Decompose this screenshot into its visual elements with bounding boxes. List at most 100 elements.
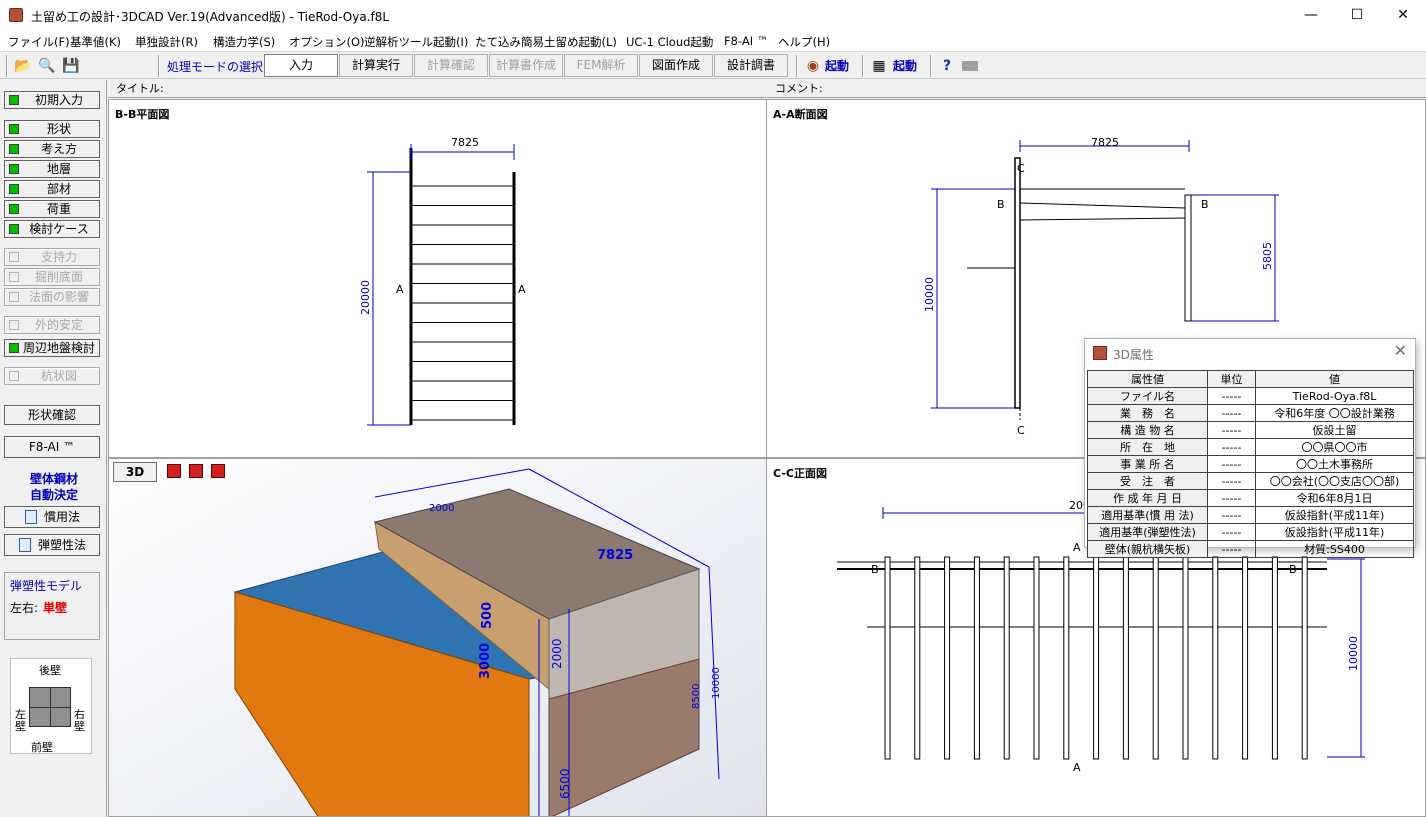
menu-options[interactable]: オプション(O) xyxy=(289,34,365,50)
external-stability-button[interactable]: 外的安定 xyxy=(4,316,100,334)
window-title: 土留め工の設計･3DCAD Ver.19(Advanced版) - TieRod… xyxy=(31,10,390,24)
soldier-pile xyxy=(1152,556,1159,760)
mode-input-button[interactable]: 入力 xyxy=(264,54,338,77)
soldier-pile xyxy=(1242,556,1249,760)
slope-effect-button[interactable]: 法面の影響 xyxy=(4,288,100,306)
auto-decide-label-2: 自動決定 xyxy=(29,488,78,502)
toolbar-separator xyxy=(158,55,160,77)
soldier-pile xyxy=(1093,556,1100,760)
table-row: 適用基準(慣 用 法) ----- 仮設指針(平成11年) xyxy=(1087,506,1414,524)
strata-button[interactable]: 地層 xyxy=(4,160,100,178)
toolbar-separator xyxy=(930,55,932,77)
film-icon[interactable]: ▦ xyxy=(870,57,888,75)
sidebar: 初期入力 形状 考え方 地層 部材 荷重 検討ケース 支持力 掘削底面 法面の影… xyxy=(0,80,107,817)
title-field[interactable]: タイトル: xyxy=(108,80,766,98)
load-button[interactable]: 荷重 xyxy=(4,200,100,218)
mode-drawing-button[interactable]: 図面作成 xyxy=(639,54,713,77)
bb-section-mark-a-left: A xyxy=(396,283,404,296)
cube-side-icon[interactable] xyxy=(189,464,203,478)
menu-uc1-cloud[interactable]: UC-1 Cloud起動 xyxy=(626,34,713,50)
app-icon xyxy=(9,8,23,22)
soldier-pile xyxy=(1063,556,1070,760)
3d-dim-height-3000: 3000 xyxy=(478,643,493,679)
menu-standard[interactable]: 基準値(K) xyxy=(70,34,121,50)
table-row: 作 成 年 月 日 ----- 令和6年8月1日 xyxy=(1087,489,1414,507)
bb-plan-pane[interactable]: B-B平面図 7825 20000 A A xyxy=(108,99,767,458)
model-side-value: 単壁 xyxy=(43,601,68,615)
3d-dim-width: 2000 xyxy=(429,503,454,514)
soldier-pile xyxy=(1122,556,1129,760)
launch-button-1[interactable]: 起動 xyxy=(825,57,849,74)
conventional-method-button[interactable]: 慣用法 xyxy=(4,506,100,528)
launch-button-2[interactable]: 起動 xyxy=(893,57,917,74)
3d-view-button[interactable]: 3D xyxy=(113,462,157,482)
shape-check-button[interactable]: 形状確認 xyxy=(4,405,100,425)
soldier-pile xyxy=(1003,556,1010,760)
minimize-button[interactable]: — xyxy=(1288,0,1334,31)
3d-dim-height-2000: 2000 xyxy=(550,638,564,669)
bearing-button[interactable]: 支持力 xyxy=(4,248,100,266)
3d-dim-height-6500: 6500 xyxy=(558,768,572,799)
3d-attributes-dialog: 3D属性 ✕ 属性値 単位 値 ファイル名 ----- TieRod-Oya.f8L… xyxy=(1084,338,1416,558)
status-led xyxy=(9,371,19,381)
mode-report-button[interactable]: 計算書作成 xyxy=(489,54,563,77)
comment-field[interactable]: コメント: xyxy=(767,80,1426,98)
menu-structural-mechanics[interactable]: 構造力学(S) xyxy=(213,34,275,50)
menu-simple-retaining[interactable]: たて込み簡易土留め起動(L) xyxy=(475,34,617,50)
bb-width-label: 7825 xyxy=(451,136,479,149)
wall-direction-diagram: 後壁 左壁 右壁 前壁 xyxy=(10,658,92,754)
soldier-pile xyxy=(914,556,921,760)
excavation-bottom-button[interactable]: 掘削底面 xyxy=(4,268,100,286)
f8-ai-button[interactable]: F8-AI ™ xyxy=(4,436,100,458)
status-led xyxy=(9,272,19,282)
title-bar: 土留め工の設計･3DCAD Ver.19(Advanced版) - TieRod… xyxy=(0,0,1426,31)
concept-button[interactable]: 考え方 xyxy=(4,140,100,158)
elastoplastic-method-button[interactable]: 弾塑性法 xyxy=(4,534,100,556)
mode-calc-check-button[interactable]: 計算確認 xyxy=(414,54,488,77)
menu-inverse-analysis[interactable]: 逆解析ツール起動(I) xyxy=(364,34,468,50)
status-led xyxy=(9,144,19,154)
help-icon[interactable]: ? xyxy=(938,57,956,75)
dialog-close-icon[interactable]: ✕ xyxy=(1394,341,1407,360)
menu-file[interactable]: ファイル(F) xyxy=(8,34,70,50)
front-wall-label: 前壁 xyxy=(31,741,53,754)
toolbar: 📂 🔍 💾 処理モードの選択 入力 計算実行 計算確認 計算書作成 FEM解析 … xyxy=(0,51,1426,79)
shape-button[interactable]: 形状 xyxy=(4,120,100,138)
cube-top-icon[interactable] xyxy=(211,464,225,478)
close-button[interactable]: ✕ xyxy=(1380,0,1426,31)
dialog-title: 3D属性 xyxy=(1113,348,1154,362)
calculator-icon xyxy=(19,538,31,552)
tool-icon[interactable] xyxy=(962,61,978,71)
3d-view-pane[interactable]: 2000 7825 3000 500 10000 6500 8500 2000 … xyxy=(108,458,767,817)
bb-plan-drawing: 7825 20000 A A xyxy=(359,136,526,426)
menu-single-design[interactable]: 単独設計(R) xyxy=(135,34,198,50)
open-folder-icon[interactable]: 📂 xyxy=(14,57,32,75)
right-wall-label: 右壁 xyxy=(74,708,85,733)
mode-calc-run-button[interactable]: 計算実行 xyxy=(339,54,413,77)
surrounding-ground-button[interactable]: 周辺地盤検討 xyxy=(4,339,100,357)
case-button[interactable]: 検討ケース xyxy=(4,220,100,238)
table-header-row: 属性値 単位 値 xyxy=(1087,370,1414,388)
member-button[interactable]: 部材 xyxy=(4,180,100,198)
mode-fem-button[interactable]: FEM解析 xyxy=(564,54,638,77)
search-folder-icon[interactable]: 🔍 xyxy=(38,57,56,75)
status-led xyxy=(9,95,19,105)
cube-front-icon[interactable] xyxy=(167,464,181,478)
pile-plan-button[interactable]: 杭状図 xyxy=(4,367,100,385)
bb-height-label: 20000 xyxy=(359,280,372,315)
table-row: 事 業 所 名 ----- 〇〇土木事務所 xyxy=(1087,455,1414,473)
mode-design-record-button[interactable]: 設計調書 xyxy=(714,54,788,77)
menu-f8-ai[interactable]: F8-AI ™ xyxy=(724,34,768,48)
maximize-button[interactable]: ☐ xyxy=(1334,0,1380,31)
soldier-pile xyxy=(1182,556,1189,760)
header-unit: 単位 xyxy=(1207,370,1256,388)
toolbar-separator xyxy=(796,55,798,77)
menu-help[interactable]: ヘルプ(H) xyxy=(778,34,830,50)
calculator-icon xyxy=(25,510,37,524)
menu-bar: ファイル(F) 基準値(K) 単独設計(R) 構造力学(S) オプション(O) … xyxy=(0,31,1426,51)
save-icon[interactable]: 💾 xyxy=(62,57,80,75)
launch-globe-icon[interactable]: ◉ xyxy=(804,57,822,75)
status-led xyxy=(9,292,19,302)
initial-input-button[interactable]: 初期入力 xyxy=(4,91,100,109)
aa-section-mark-b-right: B xyxy=(1201,198,1209,211)
